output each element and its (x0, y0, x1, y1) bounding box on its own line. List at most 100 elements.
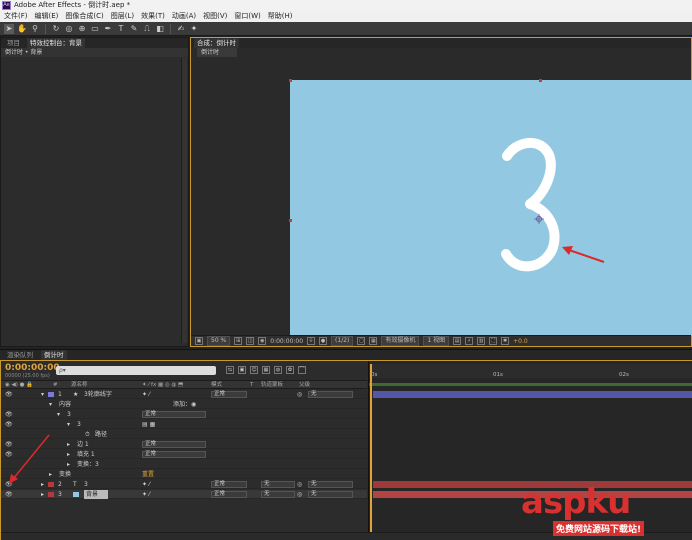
expand-arrow-icon[interactable]: ▾ (41, 390, 44, 399)
menu-file[interactable]: 文件(F) (4, 11, 28, 22)
parent-dropdown[interactable]: 无 (308, 481, 353, 488)
blend-mode-dropdown[interactable]: 正常 (211, 391, 247, 398)
layer-row-selected[interactable]: 👁 ▸ 3 背景 ✦ ⁄ 正常 无 ◎ 无 (1, 490, 367, 499)
pixel-aspect-icon[interactable]: ▤ (453, 337, 462, 345)
flowchart-icon[interactable]: ⛶ (489, 337, 498, 345)
menu-effect[interactable]: 效果(T) (141, 11, 165, 22)
track-matte-dropdown[interactable]: 无 (261, 491, 295, 498)
color-channel-icon[interactable]: ● (319, 337, 328, 345)
clone-stamp-icon[interactable]: ⎍ (142, 24, 152, 34)
layer-search-input[interactable]: ρ▾ (56, 366, 216, 375)
time-ruler[interactable]: 0s 01s 02s (369, 364, 692, 378)
menu-window[interactable]: 窗口(W) (234, 11, 260, 22)
tab-composition[interactable]: 合成：倒计时 (194, 38, 239, 48)
tab-effect-controls[interactable]: 特效控制台：背景 (27, 38, 85, 48)
menu-edit[interactable]: 编辑(E) (35, 11, 59, 22)
camera-orbit-icon[interactable]: ◎ (64, 24, 74, 34)
visibility-eye-icon[interactable]: 👁 (5, 410, 13, 419)
graph-editor-icon[interactable]: ⌒ (298, 366, 306, 374)
stopwatch-icon[interactable]: ⏱ (85, 430, 90, 439)
exposure-reset-icon[interactable]: ✱ (501, 337, 510, 345)
menu-animation[interactable]: 动画(A) (172, 11, 196, 22)
column-mode[interactable]: 模式 (211, 381, 222, 389)
blend-mode-dropdown[interactable]: 正常 (211, 491, 247, 498)
pan-behind-icon[interactable]: ⊕ (77, 24, 87, 34)
hand-icon[interactable]: ✋ (17, 24, 27, 34)
current-time-display[interactable]: 0:00:00:00 (5, 363, 60, 373)
tab-project[interactable]: 项目 (4, 38, 23, 48)
motion-blur-icon[interactable]: ◍ (274, 366, 282, 374)
draft-3d-icon[interactable]: ▣ (238, 366, 246, 374)
layer-switches-icon[interactable]: ✦ ⁄ (142, 390, 150, 399)
reset-button[interactable]: 重置 (142, 470, 154, 479)
track-matte-dropdown[interactable]: 无 (261, 481, 295, 488)
expand-arrow-icon[interactable]: ▸ (41, 490, 44, 499)
eraser-icon[interactable]: ◧ (155, 24, 165, 34)
comp-mini-flowchart-icon[interactable]: ⇆ (226, 366, 234, 374)
layer-switches-icon[interactable]: ✦ ⁄ (142, 480, 150, 489)
fast-previews-icon[interactable]: ⚡ (465, 337, 474, 345)
work-area-bar[interactable] (369, 383, 692, 386)
parent-dropdown[interactable]: 无 (308, 491, 353, 498)
roto-brush-icon[interactable]: ✍ (176, 24, 186, 34)
number-three-shape[interactable] (290, 80, 692, 336)
blend-mode-dropdown[interactable]: 正常 (142, 411, 206, 418)
layer-name[interactable]: 3 (84, 480, 88, 489)
expand-arrow-icon[interactable]: ▾ (57, 410, 60, 419)
zoom-dropdown[interactable]: 50 % (207, 336, 231, 346)
column-source-name[interactable]: 源名称 (71, 381, 88, 389)
expand-arrow-icon[interactable]: ▸ (67, 450, 70, 459)
visibility-eye-icon[interactable]: 👁 (5, 490, 13, 499)
always-preview-icon[interactable]: ▣ (195, 337, 203, 345)
frame-blending-icon[interactable]: ▦ (262, 366, 270, 374)
resolution-dropdown[interactable]: (1/2) (331, 336, 354, 346)
type-icon[interactable]: T (116, 24, 126, 34)
brush-icon[interactable]: ✎ (129, 24, 139, 34)
layer-color-label[interactable] (48, 392, 54, 397)
property-row[interactable]: 👁 ▾ 3 ▤ ▦ (1, 420, 367, 429)
timeline-icon[interactable]: ▥ (477, 337, 486, 345)
layer-duration-bar[interactable] (373, 391, 692, 398)
menu-layer[interactable]: 图层(L) (111, 11, 134, 22)
composition-canvas[interactable] (289, 79, 692, 336)
exposure-value[interactable]: +0.0 (513, 338, 528, 345)
shy-layers-icon[interactable]: ☺ (250, 366, 258, 374)
brainstorm-icon[interactable]: ✿ (286, 366, 294, 374)
zoom-icon[interactable]: ⚲ (30, 24, 40, 34)
visibility-eye-icon[interactable]: 👁 (5, 390, 13, 399)
tab-render-queue[interactable]: 渲染队列 (4, 350, 36, 360)
pen-icon[interactable]: ✒ (103, 24, 113, 34)
parent-dropdown[interactable]: 无 (308, 391, 353, 398)
transparency-grid-icon[interactable]: ▦ (369, 337, 378, 345)
blend-mode-dropdown[interactable]: 正常 (142, 451, 206, 458)
parent-pickwhip-icon[interactable]: ◎ (297, 490, 302, 499)
parent-pickwhip-icon[interactable]: ◎ (297, 480, 302, 489)
camera-dropdown[interactable]: 有效摄像机 (381, 336, 420, 346)
expand-arrow-icon[interactable]: ▾ (67, 420, 70, 429)
camera-snapshot-icon[interactable]: ⌾ (307, 337, 316, 345)
column-track-matte[interactable]: 轨道蒙板 (261, 381, 283, 389)
region-of-interest-icon[interactable]: ▢ (357, 337, 366, 345)
property-row[interactable]: 👁 ▾ 3 正常 (1, 410, 367, 419)
menu-view[interactable]: 视图(V) (203, 11, 227, 22)
path-operation-icon[interactable]: ▤ ▦ (142, 420, 155, 429)
current-time-indicator[interactable] (370, 364, 372, 539)
layer-row[interactable]: 👁 ▾ 1 ★ 3轮廓线字 ✦ ⁄ 正常 ◎ 无 (1, 390, 367, 399)
rotate-icon[interactable]: ↻ (51, 24, 61, 34)
expand-arrow-icon[interactable]: ▸ (67, 440, 70, 449)
layer-name[interactable]: 背景 (84, 490, 109, 499)
menu-composition[interactable]: 图像合成(C) (65, 11, 103, 22)
rectangle-mask-icon[interactable]: ▭ (90, 24, 100, 34)
blend-mode-dropdown[interactable]: 正常 (142, 441, 206, 448)
expand-arrow-icon[interactable]: ▾ (49, 400, 52, 409)
comp-subtab[interactable]: 倒计时 (197, 48, 237, 57)
parent-pickwhip-icon[interactable]: ◎ (297, 390, 302, 399)
tab-timeline-countdown[interactable]: 倒计时 (41, 350, 67, 360)
layer-switches-icon[interactable]: ✦ ⁄ (142, 490, 150, 499)
blend-mode-dropdown[interactable]: 正常 (211, 481, 247, 488)
snapshot-icon[interactable]: ◉ (258, 337, 267, 345)
layer-name[interactable]: 3轮廓线字 (84, 390, 112, 399)
column-parent[interactable]: 父级 (299, 381, 310, 389)
mask-visibility-icon[interactable]: ◫ (246, 337, 255, 345)
left-panel-scrollbar[interactable] (181, 58, 187, 343)
